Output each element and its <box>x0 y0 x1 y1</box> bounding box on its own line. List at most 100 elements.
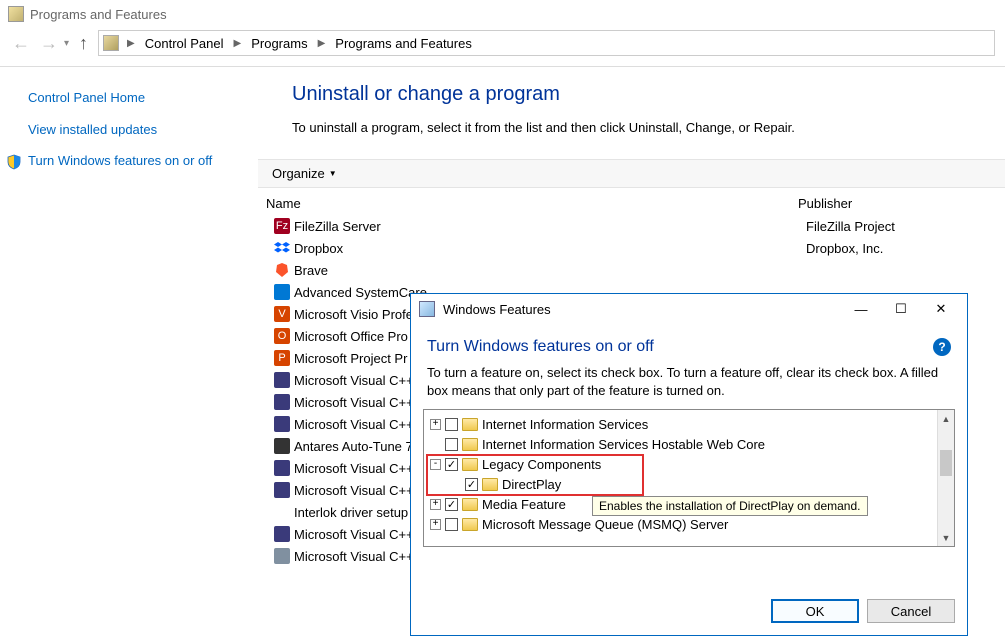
back-button[interactable]: ← <box>12 33 30 54</box>
scroll-down-icon[interactable]: ▼ <box>938 529 954 546</box>
feature-row[interactable]: +Internet Information Services <box>428 414 936 434</box>
breadcrumb[interactable]: ▶ Control Panel ▶ Programs ▶ Programs an… <box>98 30 995 56</box>
maximize-button[interactable]: ☐ <box>881 301 921 317</box>
window-title: Programs and Features <box>30 7 167 22</box>
feature-label: Microsoft Message Queue (MSMQ) Server <box>482 517 728 532</box>
tree-scrollbar[interactable]: ▲ ▼ <box>937 410 954 546</box>
program-name: Microsoft Visual C++ <box>294 461 414 476</box>
up-button[interactable]: ↑ <box>79 33 88 54</box>
program-name: Dropbox <box>294 241 343 256</box>
cancel-button[interactable]: Cancel <box>867 599 955 623</box>
chevron-down-icon[interactable]: ▼ <box>329 169 337 178</box>
program-name: Microsoft Visual C++ <box>294 395 414 410</box>
chevron-right-icon: ▶ <box>230 38 246 49</box>
feature-tree: +Internet Information Services Internet I… <box>423 409 955 547</box>
windows-features-icon <box>419 301 435 317</box>
program-icon: V <box>274 306 290 322</box>
folder-icon <box>462 518 478 531</box>
feature-row[interactable]: Internet Information Services Hostable W… <box>428 434 936 454</box>
feature-label: Legacy Components <box>482 457 601 472</box>
feature-label: Internet Information Services Hostable W… <box>482 437 765 452</box>
program-row[interactable]: Dropbox Dropbox, Inc. <box>258 237 1005 259</box>
dialog-description: To turn a feature on, select its check b… <box>411 362 967 409</box>
program-name: Brave <box>294 263 328 278</box>
feature-checkbox[interactable]: ✓ <box>445 458 458 471</box>
sidebar-link-home[interactable]: Control Panel Home <box>28 89 246 107</box>
program-name: Antares Auto-Tune 7 <box>294 439 413 454</box>
feature-checkbox[interactable] <box>445 418 458 431</box>
program-icon <box>274 460 290 476</box>
program-name: Interlok driver setup <box>294 505 408 520</box>
program-icon: Fz <box>274 218 290 234</box>
sidebar-link-features[interactable]: Turn Windows features on or off <box>28 152 212 170</box>
tree-expander[interactable]: - <box>430 459 441 470</box>
program-icon: ⚙ <box>274 504 290 520</box>
organize-button[interactable]: Organize <box>272 166 325 181</box>
dialog-titlebar[interactable]: Windows Features — ☐ ✕ <box>411 294 967 324</box>
dialog-heading: Turn Windows features on or off <box>427 338 654 356</box>
folder-icon <box>462 438 478 451</box>
page-description: To uninstall a program, select it from t… <box>292 120 1005 135</box>
sidebar: Control Panel Home View installed update… <box>0 67 258 640</box>
program-icon: O <box>274 328 290 344</box>
shield-icon <box>6 154 22 170</box>
close-button[interactable]: ✕ <box>921 301 961 317</box>
dialog-title: Windows Features <box>443 302 841 317</box>
program-name: FileZilla Server <box>294 219 381 234</box>
minimize-button[interactable]: — <box>841 302 881 317</box>
program-name: Advanced SystemCare <box>294 285 427 300</box>
organize-toolbar: Organize ▼ <box>258 159 1005 188</box>
program-icon <box>274 416 290 432</box>
program-publisher: Dropbox, Inc. <box>806 241 883 256</box>
breadcrumb-item[interactable]: Programs <box>249 36 309 51</box>
history-dropdown[interactable]: ▾ <box>64 38 69 49</box>
program-icon <box>274 372 290 388</box>
ok-button[interactable]: OK <box>771 599 859 623</box>
feature-checkbox[interactable]: ✓ <box>465 478 478 491</box>
list-header: Name Publisher <box>258 188 1005 215</box>
page-heading: Uninstall or change a program <box>292 83 1005 106</box>
window-titlebar: Programs and Features <box>0 0 1005 28</box>
program-name: Microsoft Visual C++ <box>294 483 414 498</box>
program-row[interactable]: Brave <box>258 259 1005 281</box>
program-icon <box>274 548 290 564</box>
column-name[interactable]: Name <box>258 196 798 211</box>
sidebar-link-updates[interactable]: View installed updates <box>28 121 246 139</box>
feature-label: DirectPlay <box>502 477 561 492</box>
help-icon[interactable]: ? <box>933 338 951 356</box>
feature-checkbox[interactable]: ✓ <box>445 498 458 511</box>
scroll-thumb[interactable] <box>940 450 952 476</box>
feature-label: Media Feature <box>482 497 566 512</box>
programs-icon <box>8 6 24 22</box>
windows-features-dialog: Windows Features — ☐ ✕ Turn Windows feat… <box>410 293 968 636</box>
program-icon <box>274 394 290 410</box>
program-icon <box>274 526 290 542</box>
chevron-right-icon: ▶ <box>314 38 330 49</box>
feature-checkbox[interactable] <box>445 518 458 531</box>
dropbox-icon <box>274 240 290 256</box>
program-name: Microsoft Project Pr <box>294 351 407 366</box>
chevron-right-icon: ▶ <box>123 38 139 49</box>
feature-checkbox[interactable] <box>445 438 458 451</box>
tree-expander[interactable]: + <box>430 499 441 510</box>
dialog-heading-row: Turn Windows features on or off ? <box>411 324 967 362</box>
tooltip: Enables the installation of DirectPlay o… <box>592 496 868 516</box>
scroll-up-icon[interactable]: ▲ <box>938 410 954 427</box>
folder-icon <box>482 478 498 491</box>
program-publisher: FileZilla Project <box>806 219 895 234</box>
program-name: Microsoft Visual C++ <box>294 417 414 432</box>
tree-expander[interactable]: + <box>430 519 441 530</box>
forward-button[interactable]: → <box>40 33 58 54</box>
breadcrumb-item[interactable]: Control Panel <box>143 36 226 51</box>
feature-row[interactable]: + Microsoft Message Queue (MSMQ) Server <box>428 514 936 534</box>
program-row[interactable]: Fz FileZilla Server FileZilla Project <box>258 215 1005 237</box>
tree-expander[interactable]: + <box>430 419 441 430</box>
feature-row[interactable]: ✓ DirectPlay <box>428 474 936 494</box>
brave-icon <box>274 262 290 278</box>
program-icon: P <box>274 350 290 366</box>
feature-row[interactable]: -✓ Legacy Components <box>428 454 936 474</box>
breadcrumb-item[interactable]: Programs and Features <box>333 36 474 51</box>
folder-icon <box>462 458 478 471</box>
breadcrumb-icon <box>103 35 119 51</box>
column-publisher[interactable]: Publisher <box>798 196 1005 211</box>
